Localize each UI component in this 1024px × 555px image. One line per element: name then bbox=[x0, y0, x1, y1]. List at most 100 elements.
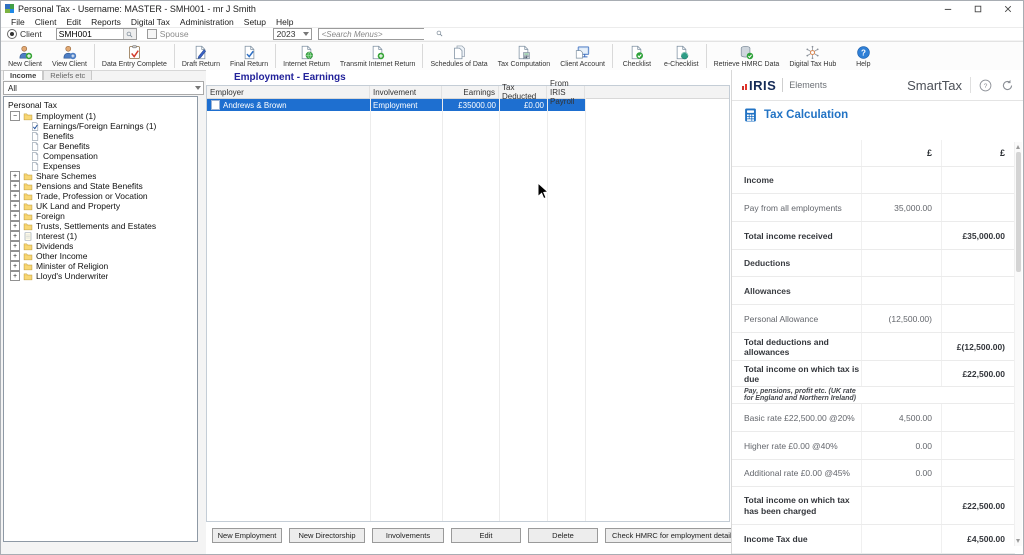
checklist-button[interactable]: Checklist bbox=[615, 42, 659, 70]
tree-item-share-schemes[interactable]: Share Schemes bbox=[4, 171, 197, 181]
hub-icon bbox=[804, 45, 821, 60]
delete-button[interactable]: Delete bbox=[528, 528, 598, 543]
tree-item-benefits[interactable]: Benefits bbox=[4, 131, 197, 141]
scroll-up-icon[interactable] bbox=[1016, 145, 1020, 149]
table-row-selected[interactable]: Andrews & Brown Employment £35000.00 £0.… bbox=[207, 99, 585, 111]
client-search-icon[interactable] bbox=[123, 29, 136, 39]
tree-item-uk-land-and-property[interactable]: UK Land and Property bbox=[4, 201, 197, 211]
schedules-of-data-button[interactable]: Schedules of Data bbox=[425, 42, 492, 70]
database-check-icon bbox=[738, 45, 755, 60]
calc-row-total-deductions: Total deductions and allowances£(12,500.… bbox=[732, 333, 1015, 361]
restore-button[interactable] bbox=[963, 1, 993, 16]
folder-icon bbox=[23, 172, 33, 181]
tree-item-minister-of-religion[interactable]: Minister of Religion bbox=[4, 261, 197, 271]
client-account-button[interactable]: Client Account bbox=[555, 42, 610, 70]
tax-computation-button[interactable]: Tax Computation bbox=[493, 42, 556, 70]
expand-icon[interactable] bbox=[10, 171, 20, 181]
tree-item-compensation[interactable]: Compensation bbox=[4, 151, 197, 161]
main-panel: Employment - Earnings Employer Involveme… bbox=[206, 70, 731, 554]
new-client-button[interactable]: New Client bbox=[3, 42, 47, 70]
data-entry-complete-button[interactable]: Data Entry Complete bbox=[97, 42, 172, 70]
document-check-icon bbox=[241, 45, 258, 60]
client-radio[interactable] bbox=[7, 29, 17, 39]
tree-item-expenses[interactable]: Expenses bbox=[4, 161, 197, 171]
draft-return-button[interactable]: Draft Return bbox=[177, 42, 225, 70]
scroll-thumb[interactable] bbox=[1016, 152, 1021, 272]
tree-item-trade-profession-or-vocation[interactable]: Trade, Profession or Vocation bbox=[4, 191, 197, 201]
spouse-checkbox[interactable] bbox=[147, 29, 157, 39]
expand-icon[interactable] bbox=[10, 201, 20, 211]
expand-icon[interactable] bbox=[10, 221, 20, 231]
collapse-icon[interactable] bbox=[10, 111, 20, 121]
search-menus-input[interactable] bbox=[319, 29, 436, 39]
new-directorship-button[interactable]: New Directorship bbox=[289, 528, 365, 543]
e-checklist-button[interactable]: e-Checklist bbox=[659, 42, 704, 70]
help-circle-icon[interactable] bbox=[979, 79, 992, 92]
scroll-down-icon[interactable] bbox=[1016, 539, 1020, 543]
tax-calculation-table: ££ Income Pay from all employments35,000… bbox=[732, 140, 1015, 554]
expand-icon[interactable] bbox=[10, 251, 20, 261]
tab-income[interactable]: Income bbox=[3, 70, 43, 80]
tree-item-dividends[interactable]: Dividends bbox=[4, 241, 197, 251]
grid-line bbox=[370, 98, 371, 521]
transmit-internet-return-button[interactable]: Transmit Internet Return bbox=[335, 42, 421, 70]
expand-icon[interactable] bbox=[10, 181, 20, 191]
menu-digital-tax[interactable]: Digital Tax bbox=[126, 17, 175, 27]
check-hmrc-button[interactable]: Check HMRC for employment details bbox=[605, 528, 742, 543]
cell-tax-deducted: £0.00 bbox=[499, 99, 547, 111]
final-return-button[interactable]: Final Return bbox=[225, 42, 273, 70]
minimize-button[interactable] bbox=[933, 1, 963, 16]
menu-edit[interactable]: Edit bbox=[61, 17, 86, 27]
tree-item-interest[interactable]: Interest (1) bbox=[4, 231, 197, 241]
scrollbar[interactable] bbox=[1014, 142, 1022, 546]
column-tax-deducted[interactable]: Tax Deducted bbox=[499, 86, 547, 98]
refresh-icon[interactable] bbox=[1001, 79, 1014, 92]
calc-header-row: ££ bbox=[732, 140, 1015, 167]
close-button[interactable] bbox=[993, 1, 1023, 16]
tree-item-earnings-foreign-earnings[interactable]: Earnings/Foreign Earnings (1) bbox=[4, 121, 197, 131]
expand-icon[interactable] bbox=[10, 231, 20, 241]
tree-item-trusts-settlements-and-estates[interactable]: Trusts, Settlements and Estates bbox=[4, 221, 197, 231]
menu-file[interactable]: File bbox=[6, 17, 30, 27]
expand-icon[interactable] bbox=[10, 191, 20, 201]
edit-button[interactable]: Edit bbox=[451, 528, 521, 543]
menu-reports[interactable]: Reports bbox=[86, 17, 126, 27]
tree-item-employment[interactable]: Employment (1) bbox=[4, 111, 197, 121]
involvements-button[interactable]: Involvements bbox=[372, 528, 444, 543]
column-from-iris-payroll[interactable]: From IRIS Payroll bbox=[547, 86, 585, 98]
new-employment-button[interactable]: New Employment bbox=[212, 528, 282, 543]
help-button[interactable]: Help bbox=[841, 42, 885, 70]
menu-administration[interactable]: Administration bbox=[175, 17, 239, 27]
person-plus-icon bbox=[17, 45, 34, 60]
column-earnings[interactable]: Earnings bbox=[442, 86, 499, 98]
app-icon bbox=[5, 4, 14, 13]
tree-item-car-benefits[interactable]: Car Benefits bbox=[4, 141, 197, 151]
tax-year-select[interactable]: 2023 bbox=[273, 28, 312, 40]
tree-item-pensions-and-state-benefits[interactable]: Pensions and State Benefits bbox=[4, 181, 197, 191]
menu-setup[interactable]: Setup bbox=[239, 17, 271, 27]
tree-item-lloyds-underwriter[interactable]: Lloyd's Underwriter bbox=[4, 271, 197, 281]
document-teal-icon bbox=[673, 45, 690, 60]
tree-filter-select[interactable]: All bbox=[3, 81, 204, 95]
view-client-button[interactable]: View Client bbox=[47, 42, 92, 70]
tab-reliefs-etc[interactable]: Reliefs etc bbox=[43, 70, 92, 80]
expand-icon[interactable] bbox=[10, 261, 20, 271]
expand-icon[interactable] bbox=[10, 271, 20, 281]
client-code-input[interactable] bbox=[57, 29, 123, 39]
document-globe-icon bbox=[298, 45, 315, 60]
digital-tax-hub-button[interactable]: Digital Tax Hub bbox=[784, 42, 841, 70]
tree-item-foreign[interactable]: Foreign bbox=[4, 211, 197, 221]
column-employer[interactable]: Employer bbox=[207, 86, 370, 98]
document-pencil-icon bbox=[192, 45, 209, 60]
divider bbox=[970, 77, 971, 93]
expand-icon[interactable] bbox=[10, 211, 20, 221]
expand-icon[interactable] bbox=[10, 241, 20, 251]
calc-row-total-income-tax-charged: Total income on which tax has been charg… bbox=[732, 487, 1015, 525]
column-involvement[interactable]: Involvement bbox=[370, 86, 442, 98]
tree-item-other-income[interactable]: Other Income bbox=[4, 251, 197, 261]
menu-client[interactable]: Client bbox=[30, 17, 62, 27]
menu-help[interactable]: Help bbox=[271, 17, 298, 27]
internet-return-button[interactable]: Internet Return bbox=[278, 42, 335, 70]
page-title: Employment - Earnings bbox=[234, 72, 346, 83]
retrieve-hmrc-data-button[interactable]: Retrieve HMRC Data bbox=[709, 42, 785, 70]
